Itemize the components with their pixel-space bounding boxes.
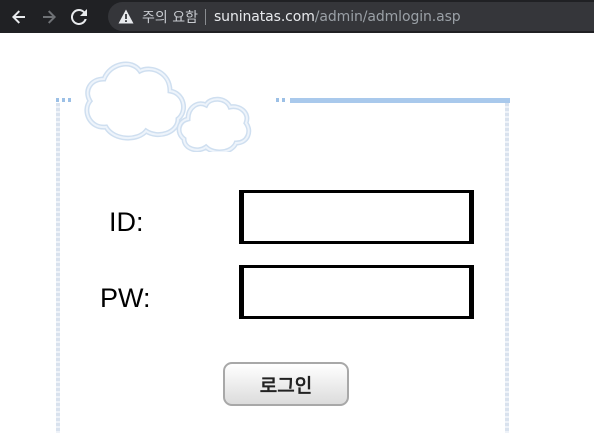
url-host: suninatas.com bbox=[213, 8, 315, 25]
id-label: ID: bbox=[109, 207, 144, 237]
url-path: /admin/admlogin.asp bbox=[314, 8, 461, 25]
security-status-label[interactable]: 주의 요함 bbox=[142, 7, 198, 27]
frame-top-right-dots bbox=[276, 98, 288, 102]
frame-right-border bbox=[505, 103, 509, 433]
pw-label: PW: bbox=[100, 283, 151, 313]
cloud-decoration bbox=[84, 61, 252, 152]
address-divider bbox=[204, 8, 206, 25]
warning-triangle-icon[interactable] bbox=[118, 9, 134, 25]
browser-toolbar: 주의 요함 suninatas.com/admin/admlogin.asp bbox=[0, 0, 594, 33]
back-arrow-icon bbox=[12, 9, 25, 24]
login-button[interactable]: 로그인 bbox=[223, 362, 349, 406]
id-input[interactable] bbox=[239, 190, 474, 244]
reload-button[interactable] bbox=[64, 0, 94, 33]
url-text[interactable]: suninatas.com/admin/admlogin.asp bbox=[214, 9, 461, 25]
address-bar[interactable]: 주의 요함 suninatas.com/admin/admlogin.asp bbox=[108, 2, 594, 31]
page-content: ID: PW: 로그인 bbox=[0, 33, 594, 433]
frame-top-left-dots bbox=[56, 98, 72, 102]
pw-input[interactable] bbox=[239, 265, 474, 319]
frame-top-line bbox=[290, 98, 510, 103]
reload-icon bbox=[71, 8, 87, 25]
frame-left-border bbox=[56, 103, 60, 433]
forward-button[interactable] bbox=[34, 0, 64, 33]
back-button[interactable] bbox=[4, 0, 34, 33]
forward-arrow-icon bbox=[43, 9, 56, 24]
